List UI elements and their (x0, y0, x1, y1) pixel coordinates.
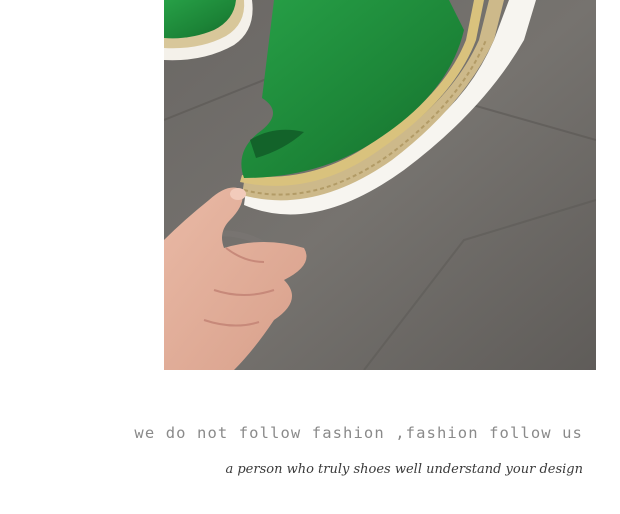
product-detail-page: we do not follow fashion ,fashion follow… (0, 0, 620, 514)
product-photo (164, 0, 596, 370)
brand-subline: a person who truly shoes well understand… (225, 462, 583, 477)
shoe-in-hand-image (164, 0, 596, 370)
brand-tagline: we do not follow fashion ,fashion follow… (134, 424, 583, 442)
